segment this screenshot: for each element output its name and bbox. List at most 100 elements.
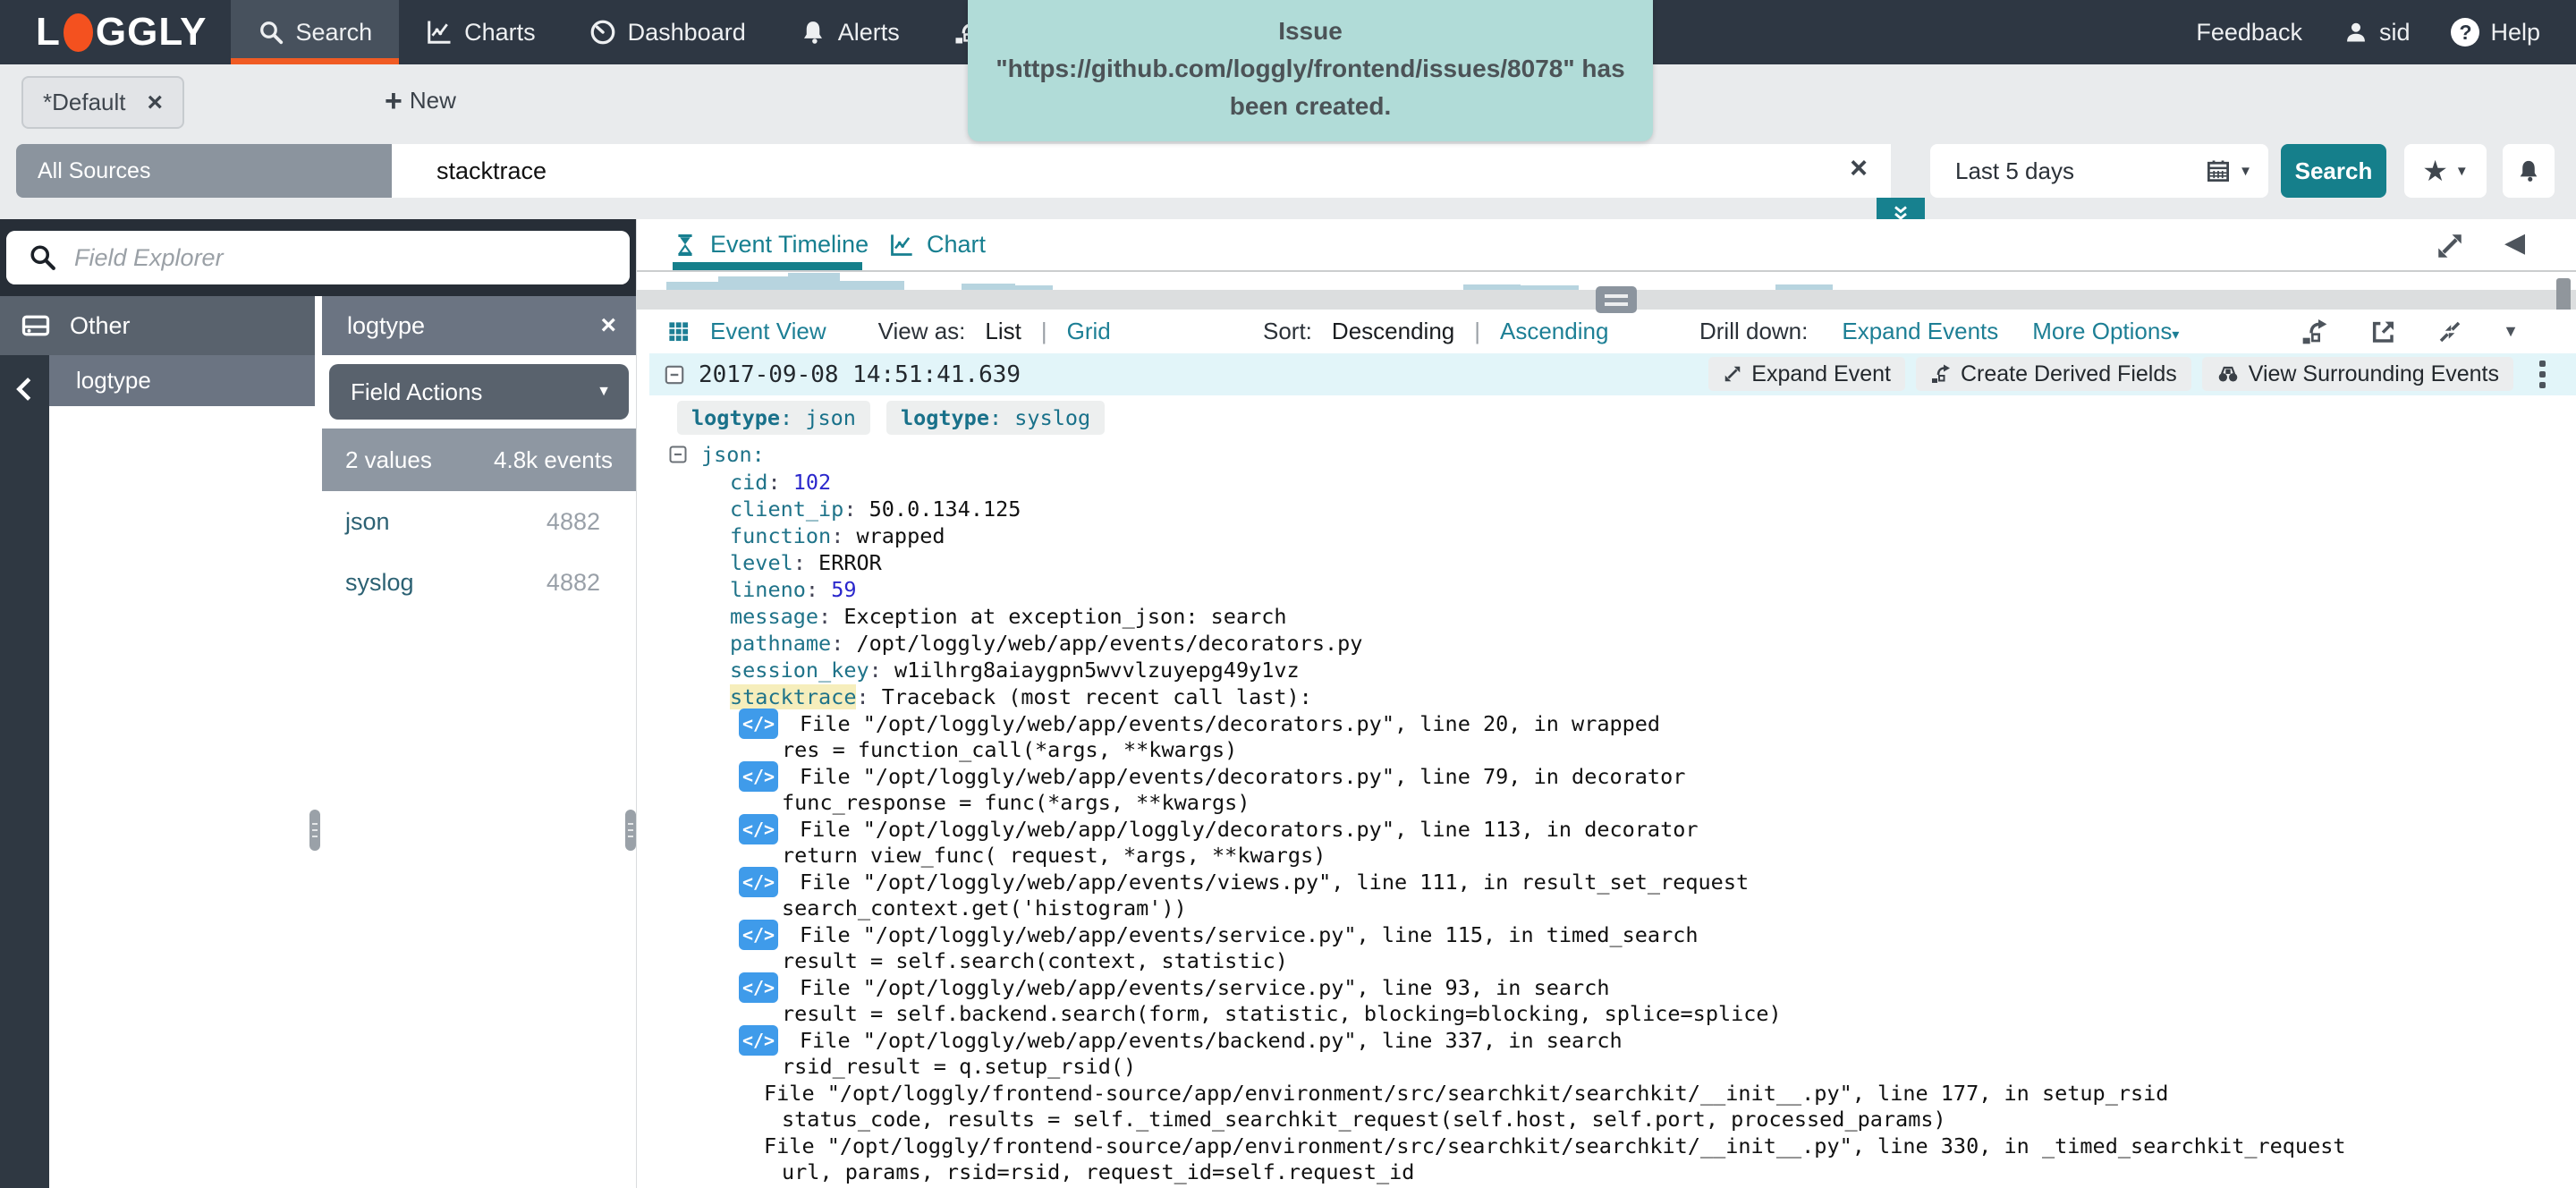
more-options-dropdown[interactable]: More Options▾ [2032, 318, 2179, 345]
event-view-button[interactable]: Event View [710, 318, 826, 345]
event-fields: cid: 102client_ip: 50.0.134.125function:… [649, 469, 2576, 710]
share-export-icon[interactable] [2368, 318, 2397, 346]
field-key[interactable]: level [730, 550, 793, 575]
event-tag[interactable]: logtype: syslog [886, 401, 1105, 435]
field-key[interactable]: message [730, 604, 818, 629]
help-menu[interactable]: ? Help [2451, 18, 2540, 47]
event-header-row[interactable]: 2017-09-08 14:51:41.639 Expand Event Cre… [649, 353, 2576, 395]
code-icon[interactable]: </> [739, 709, 778, 739]
nav-label: Dashboard [628, 19, 746, 47]
field-popup-title: logtype [347, 312, 425, 340]
code-icon[interactable]: </> [739, 867, 778, 897]
field-key[interactable]: stacktrace [730, 684, 856, 709]
new-tab-label: New [410, 87, 456, 115]
stack-file-line: File "/opt/loggly/web/app/events/decorat… [800, 711, 1660, 736]
button-label: Expand Event [1751, 361, 1891, 387]
calendar-icon [2205, 157, 2232, 184]
field-item-logtype[interactable]: logtype [49, 355, 315, 406]
nav-item-search[interactable]: Search [231, 0, 400, 64]
field-key[interactable]: lineno [730, 577, 806, 602]
nav-item-charts[interactable]: Charts [399, 0, 563, 64]
tab-chart[interactable]: Chart [889, 219, 986, 270]
caret-down-icon: ▼ [2455, 164, 2469, 179]
person-icon [2343, 20, 2368, 45]
chevron-left-icon[interactable] [11, 375, 39, 403]
create-derived-fields-button[interactable]: Create Derived Fields [1916, 357, 2191, 391]
fullscreen-expand-icon[interactable] [2435, 231, 2465, 261]
collapse-panel-icon[interactable]: ◀ [2504, 227, 2525, 259]
collapse-json-icon[interactable] [667, 444, 689, 465]
field-actions-dropdown[interactable]: Field Actions ▼ [329, 364, 629, 420]
field-key[interactable]: cid [730, 470, 767, 495]
sort-descending[interactable]: Descending [1332, 318, 1454, 345]
caret-down-icon[interactable]: ▼ [2503, 322, 2519, 341]
field-key[interactable]: pathname [730, 631, 831, 656]
kebab-menu-icon[interactable] [2539, 361, 2546, 388]
expand-event-button[interactable]: Expand Event [1708, 357, 1905, 391]
code-icon[interactable]: </> [739, 814, 778, 844]
toast-notification[interactable]: Issue "https://github.com/loggly/fronten… [968, 0, 1653, 141]
timeline-bar [840, 281, 904, 290]
close-icon[interactable]: × [600, 310, 616, 341]
separator: | [1474, 318, 1480, 345]
collapse-rail [0, 355, 49, 1188]
field-key[interactable]: function [730, 523, 831, 548]
code-icon[interactable]: </> [739, 761, 778, 792]
help-label: Help [2490, 19, 2540, 47]
search-query-input[interactable] [392, 144, 1891, 198]
field-explorer-header [0, 219, 636, 296]
code-icon[interactable]: </> [739, 1025, 778, 1056]
field-group-other[interactable]: Other [0, 296, 315, 355]
collapse-event-icon[interactable] [663, 363, 686, 386]
expand-events-link[interactable]: Expand Events [1842, 318, 1998, 345]
collapse-diagonal-icon[interactable] [2436, 318, 2463, 345]
sources-dropdown[interactable]: All Sources ▼ [16, 144, 435, 198]
clear-query-icon[interactable]: × [1850, 151, 1868, 186]
main-content: Event Timeline Chart ◀ Event View View a… [636, 219, 2576, 1188]
sort-ascending[interactable]: Ascending [1500, 318, 1608, 345]
stack-frame: File "/opt/loggly/frontend-source/app/en… [649, 1133, 2576, 1185]
stack-frame: File "/opt/loggly/frontend-source/app/en… [649, 1080, 2576, 1133]
view-as-list[interactable]: List [985, 318, 1021, 345]
stack-code-line: res = function_call(*args, **kwargs) [649, 737, 2576, 764]
panel-divider-handle[interactable] [625, 810, 636, 851]
saved-searches-button[interactable]: ★ ▼ [2404, 144, 2487, 198]
derived-fields-icon [1930, 363, 1952, 385]
stack-file-line: File "/opt/loggly/web/app/events/views.p… [800, 870, 1749, 895]
view-surrounding-events-button[interactable]: View Surrounding Events [2202, 357, 2513, 391]
field-value-row[interactable]: syslog4882 [322, 552, 636, 613]
time-range-picker[interactable]: Last 5 days ▼ [1930, 144, 2268, 198]
derived-fields-icon[interactable] [2301, 318, 2329, 346]
new-tab-button[interactable]: + New [385, 76, 456, 125]
field-key[interactable]: client_ip [730, 496, 843, 522]
user-menu[interactable]: sid [2343, 19, 2411, 47]
field-key[interactable]: session_key [730, 658, 869, 683]
json-root-key[interactable]: json: [701, 442, 765, 467]
feedback-link[interactable]: Feedback [2196, 19, 2302, 47]
event-tags: logtype: json logtype: syslog [677, 401, 2576, 435]
stack-code-line: func_response = func(*args, **kwargs) [649, 790, 2576, 817]
group-label: Other [70, 312, 131, 340]
tab-default[interactable]: *Default × [21, 76, 184, 129]
view-as-grid[interactable]: Grid [1067, 318, 1111, 345]
stack-code-line: return view_func( request, *args, **kwar… [649, 843, 2576, 870]
stack-file-line: File "/opt/loggly/web/app/events/backend… [800, 1028, 1623, 1053]
alert-bell-button[interactable] [2503, 144, 2555, 198]
nav-item-dashboard[interactable]: Dashboard [563, 0, 773, 64]
button-label: View Surrounding Events [2249, 361, 2499, 387]
bell-icon [2516, 158, 2541, 183]
nav-item-alerts[interactable]: Alerts [773, 0, 927, 64]
code-icon[interactable]: </> [739, 920, 778, 950]
field-value-row[interactable]: json4882 [322, 491, 636, 552]
search-button[interactable]: Search [2281, 144, 2386, 198]
timeline-resize-handle[interactable] [1596, 286, 1637, 313]
loggly-logo[interactable]: LGGLY [36, 0, 208, 64]
event-tag[interactable]: logtype: json [677, 401, 870, 435]
field-popup: logtype × Field Actions ▼ 2 values 4.8k … [322, 296, 636, 1188]
field-explorer-input[interactable] [6, 231, 630, 284]
panel-divider-handle[interactable] [309, 810, 320, 851]
sort-label: Sort: [1263, 318, 1312, 345]
code-icon[interactable]: </> [739, 972, 778, 1003]
tab-close-icon[interactable]: × [148, 88, 164, 118]
event-toolbar: Event View View as: List | Grid Sort: De… [637, 310, 2576, 353]
